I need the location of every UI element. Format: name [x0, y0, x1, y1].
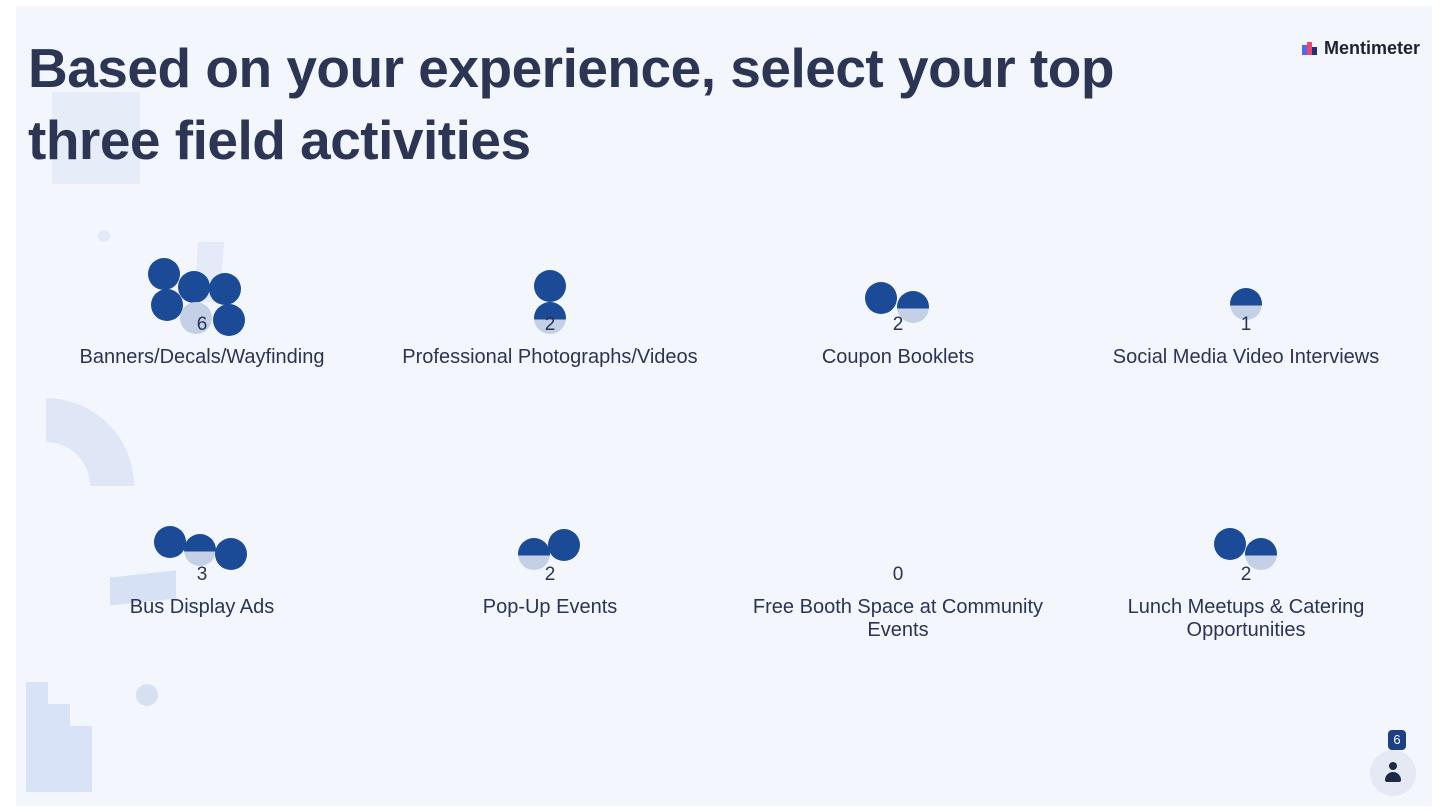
vote-dot	[178, 271, 210, 303]
option-label: Banners/Decals/Wayfinding	[79, 346, 325, 368]
brand-name: Mentimeter	[1323, 38, 1420, 58]
vote-count: 6	[196, 314, 208, 335]
option-label: Pop-Up Events	[482, 596, 618, 618]
background-steps	[26, 682, 48, 792]
vote-dot	[209, 273, 241, 305]
background-steps	[70, 726, 92, 792]
vote-count: 2	[544, 564, 556, 585]
option-label: Bus Display Ads	[129, 596, 275, 618]
result-option-pop-up-events: 2 Pop-Up Events	[380, 508, 720, 619]
option-label: Social Media Video Interviews	[1112, 346, 1380, 368]
vote-count: 2	[1240, 564, 1252, 585]
slide-title: Based on your experience, select your to…	[28, 37, 1114, 171]
vote-dot	[148, 258, 180, 290]
vote-dot	[534, 270, 566, 302]
result-option-bus-display-ads: 3 Bus Display Ads	[32, 508, 372, 619]
brand-logo: Mentimeter	[1301, 38, 1420, 59]
result-option-photographs: 2 Professional Photographs/Videos	[380, 258, 720, 369]
background-steps	[48, 704, 70, 792]
result-option-coupon-booklets: 2 Coupon Booklets	[728, 258, 1068, 369]
option-label: Free Booth Space at Community Events	[752, 596, 1044, 641]
vote-count: 1	[1240, 314, 1252, 335]
vote-count: 3	[196, 564, 208, 585]
result-option-banners: 6 Banners/Decals/Wayfinding	[32, 258, 372, 369]
vote-dot	[1214, 528, 1246, 560]
vote-dot	[154, 526, 186, 558]
vote-count: 2	[544, 314, 556, 335]
vote-count: 2	[892, 314, 904, 335]
result-option-lunch-meetups: 2 Lunch Meetups & Catering Opportunities	[1076, 508, 1416, 642]
option-label: Professional Photographs/Videos	[402, 346, 698, 368]
background-dot	[136, 684, 158, 706]
background-dot	[98, 230, 110, 242]
presentation-slide: Based on your experience, select your to…	[16, 6, 1432, 806]
vote-count: 0	[892, 564, 904, 585]
responses-button[interactable]	[1370, 750, 1416, 796]
response-count-badge: 6	[1388, 730, 1406, 750]
option-label: Lunch Meetups & Catering Opportunities	[1127, 596, 1365, 641]
vote-dot	[865, 282, 897, 314]
option-label: Coupon Booklets	[821, 346, 975, 368]
vote-dot	[548, 529, 580, 561]
mentimeter-logo-icon	[1301, 42, 1318, 55]
result-option-social-media: 1 Social Media Video Interviews	[1076, 258, 1416, 369]
vote-dot	[184, 534, 216, 566]
result-option-free-booth-space: 0 Free Booth Space at Community Events	[728, 508, 1068, 642]
